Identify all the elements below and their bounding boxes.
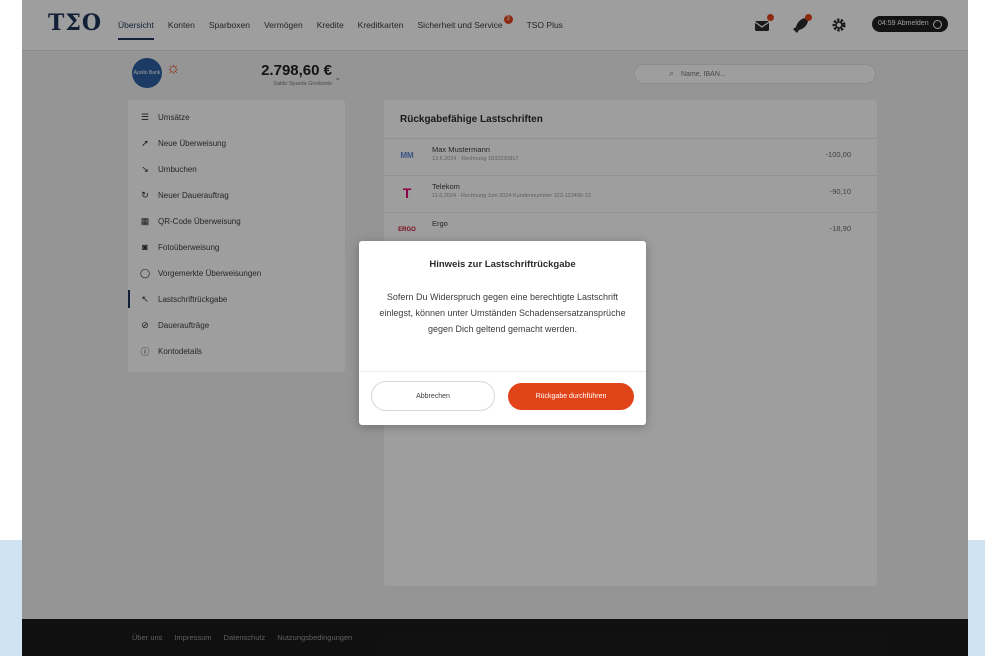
cancel-button[interactable]: Abbrechen [371,381,495,411]
confirm-return-button[interactable]: Rückgabe durchführen [508,383,634,410]
dialog-message: Sofern Du Widerspruch gegen eine berecht… [379,292,626,334]
background-panel-blue-left [0,540,22,656]
dialog-divider [359,371,646,372]
direct-debit-return-dialog: Hinweis zur Lastschriftrückgabe Sofern D… [359,241,646,425]
dialog-title: Hinweis zur Lastschriftrückgabe [429,259,576,270]
banking-app: TΣO Übersicht Konten Sparboxen Vermögen … [22,0,968,656]
background-panel-blue-right [968,540,985,656]
